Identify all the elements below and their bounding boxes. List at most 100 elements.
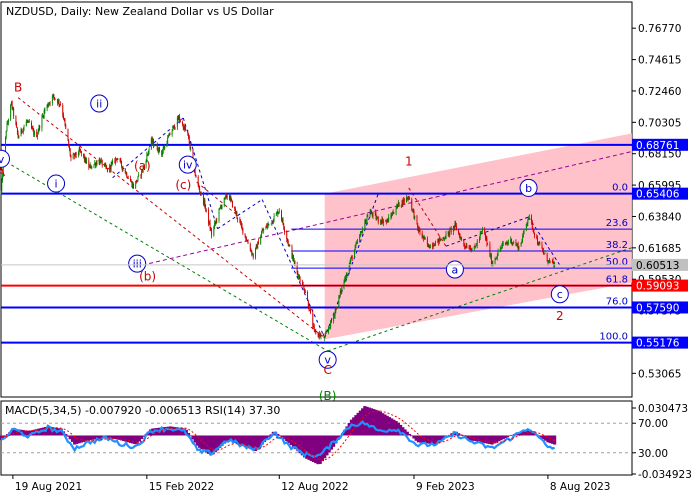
candle-body	[278, 212, 280, 215]
candle-body	[111, 162, 113, 164]
candle-body	[450, 228, 452, 233]
candle-body	[5, 131, 7, 137]
candle-body	[6, 123, 8, 132]
time-tick-label: 8 Aug 2023	[550, 481, 611, 493]
candle-body	[91, 167, 93, 169]
candle-body	[11, 101, 13, 109]
candle-body	[44, 109, 46, 111]
candle-body	[54, 98, 56, 100]
candle-body	[528, 215, 530, 217]
candle-body	[444, 238, 446, 240]
candle-body	[416, 215, 418, 224]
candle-body	[330, 320, 332, 328]
candle-body	[281, 210, 282, 220]
candle-body	[137, 176, 139, 181]
candle-body	[88, 160, 90, 168]
candle-body	[338, 296, 340, 309]
candle-body	[77, 153, 79, 156]
wave-label: iv	[183, 159, 193, 172]
fib-level-label: 76.0	[606, 296, 628, 307]
candle-body	[486, 238, 488, 245]
candle-body	[75, 152, 77, 156]
candle-body	[289, 244, 291, 247]
candle-body	[534, 232, 535, 236]
wave-label: ii	[96, 97, 102, 110]
candle-body	[395, 208, 397, 214]
fib-level-label: 23.6	[606, 218, 628, 229]
candle-body	[199, 188, 201, 192]
candle-body	[365, 219, 367, 224]
candle-body	[62, 104, 64, 115]
candle-body	[484, 233, 486, 238]
candle-body	[237, 217, 239, 220]
candle-body	[411, 199, 413, 210]
candle-body	[21, 129, 23, 132]
candle-body	[159, 147, 160, 152]
candle-body	[70, 155, 72, 159]
candle-body	[53, 94, 55, 98]
candle-body	[153, 140, 154, 147]
candle-body	[198, 185, 200, 189]
candle-body	[471, 248, 473, 251]
candle-body	[518, 246, 520, 250]
candle-body	[252, 253, 254, 258]
indicator-tick-label: -0.034923	[638, 469, 692, 481]
candle-body	[458, 233, 460, 236]
candle-body	[54, 97, 56, 99]
candle-body	[419, 229, 421, 233]
candle-body	[110, 163, 112, 170]
candle-body	[148, 148, 150, 153]
candle-body	[312, 312, 314, 327]
candle-body	[48, 104, 50, 107]
candle-body	[484, 229, 486, 234]
candle-body	[112, 160, 114, 163]
candle-body	[409, 198, 410, 200]
candle-body	[302, 282, 304, 286]
candle-body	[117, 159, 119, 160]
macd-bar	[407, 433, 412, 436]
candle-body	[230, 197, 232, 200]
candle-body	[249, 243, 251, 251]
candle-body	[96, 162, 98, 165]
candle-body	[156, 145, 158, 151]
candle-body	[138, 174, 140, 177]
candle-body	[218, 209, 220, 221]
indicator-tick-label: 70.00	[638, 418, 668, 430]
candle-body	[492, 263, 494, 265]
candle-body	[187, 130, 189, 134]
candle-body	[162, 151, 163, 155]
candle-body	[63, 118, 65, 120]
candle-body	[242, 227, 244, 234]
price-tick-label: 0.63840	[638, 211, 681, 223]
candle-body	[356, 241, 358, 243]
candle-body	[455, 225, 457, 231]
candle-body	[244, 233, 246, 237]
candle-body	[434, 245, 436, 247]
candle-body	[333, 316, 335, 322]
candle-body	[299, 278, 301, 282]
candle-body	[41, 116, 43, 129]
candle-body	[214, 222, 216, 224]
candle-body	[282, 218, 284, 225]
candle-body	[231, 200, 233, 208]
candle-body	[167, 137, 169, 144]
candle-body	[481, 230, 483, 233]
candle-body	[39, 125, 41, 129]
candle-body	[466, 245, 468, 249]
time-tick-label: 19 Aug 2021	[15, 481, 82, 493]
candle-body	[531, 222, 533, 229]
candle-body	[294, 261, 296, 265]
candle-body	[211, 230, 213, 236]
candle-body	[272, 220, 274, 223]
wave-label: (c)	[175, 178, 191, 192]
candle-body	[89, 166, 90, 168]
candle-body	[532, 228, 534, 230]
candle-body	[209, 222, 211, 230]
candle-body	[487, 244, 489, 245]
candle-body	[470, 250, 472, 251]
candle-body	[359, 232, 361, 236]
candle-body	[513, 242, 515, 244]
candle-body	[105, 164, 107, 168]
candle-body	[171, 130, 173, 136]
candle-body	[523, 230, 525, 232]
